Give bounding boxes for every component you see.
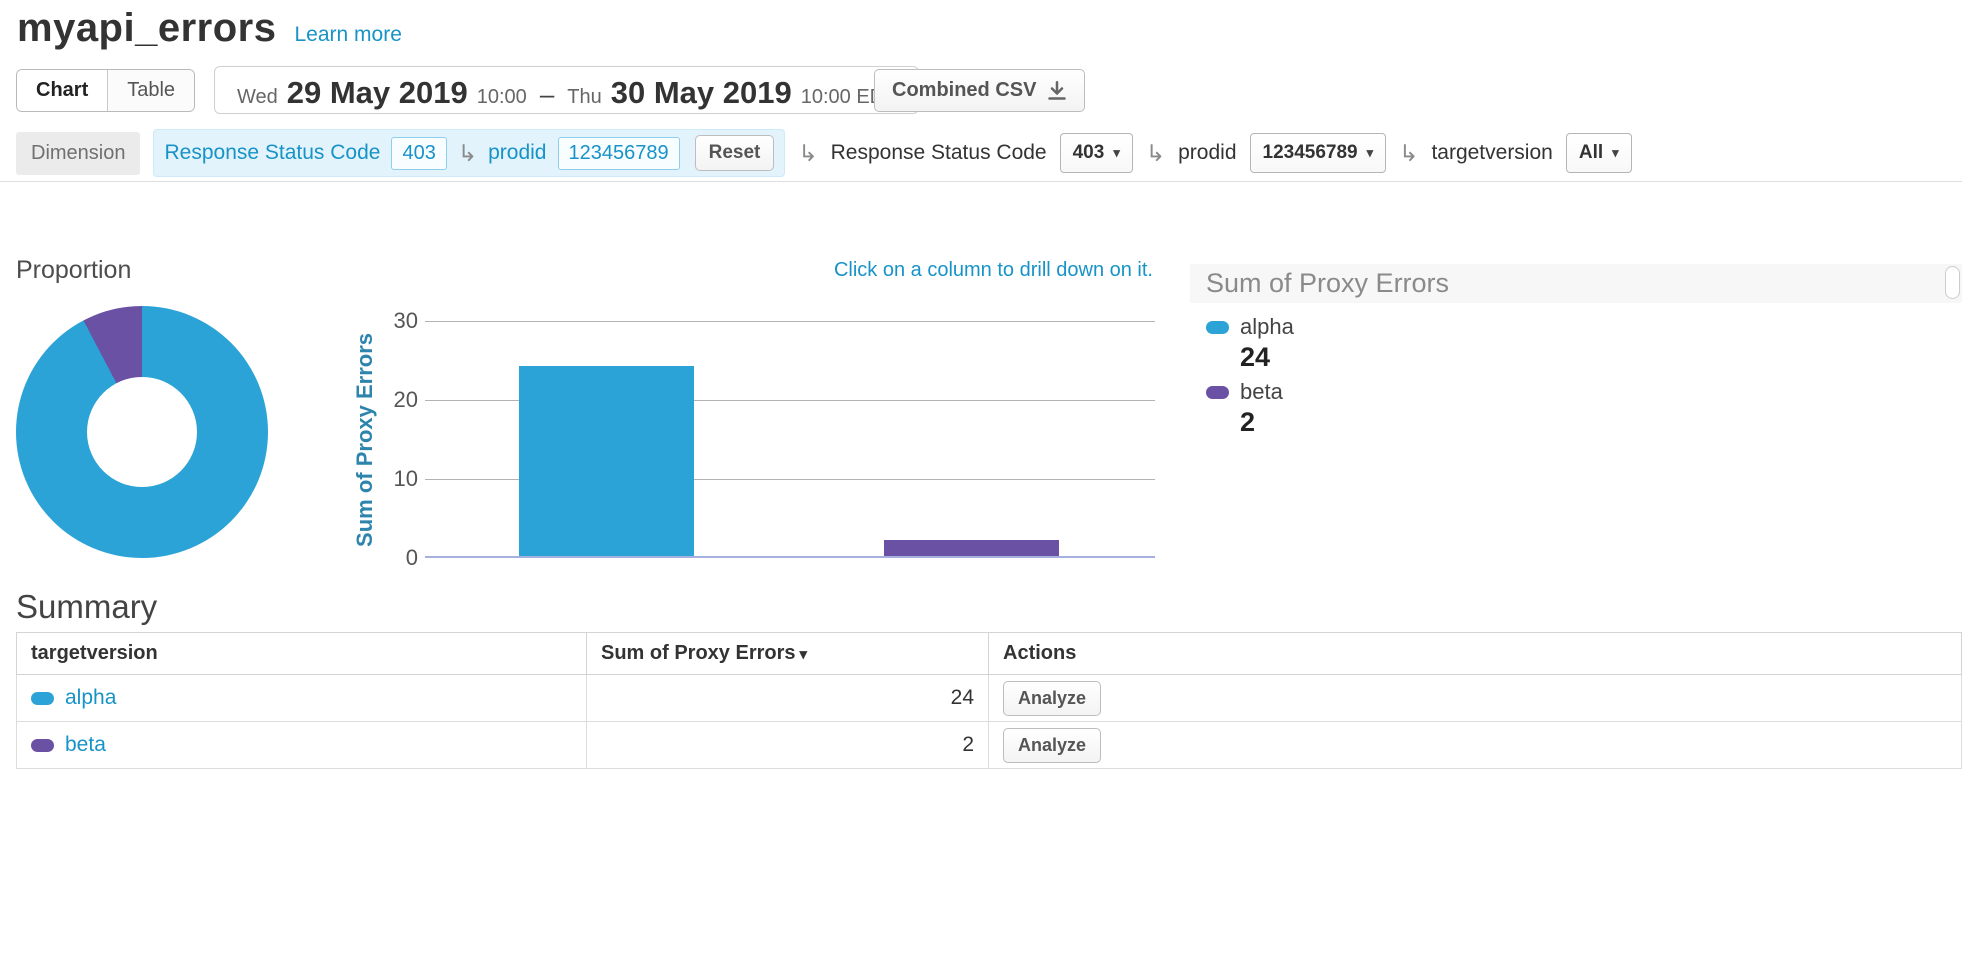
dimension-label: Dimension xyxy=(16,132,140,175)
beta-link[interactable]: beta xyxy=(65,733,106,757)
table-header-row: targetversion Sum of Proxy Errors▾ Actio… xyxy=(17,633,1962,675)
y-tick-10: 10 xyxy=(378,466,418,492)
breadcrumb-filter-0-value[interactable]: 403 xyxy=(391,137,446,170)
legend-value-beta: 2 xyxy=(1240,407,1962,438)
y-tick-30: 30 xyxy=(378,308,418,334)
start-day: Wed xyxy=(237,86,278,109)
learn-more-link[interactable]: Learn more xyxy=(294,23,401,47)
section-divider xyxy=(0,181,1962,182)
drilldown-arrow-icon: ↳ xyxy=(798,142,817,165)
chart-view-button[interactable]: Chart xyxy=(17,70,108,111)
beta-value: 2 xyxy=(587,722,989,769)
filter-bar: Dimension Response Status Code 403 ↳ pro… xyxy=(16,131,1962,175)
bar-chart xyxy=(425,321,1155,558)
end-date: 30 May 2019 xyxy=(611,75,792,111)
report-title: myapi_errors xyxy=(17,6,276,51)
beta-color-swatch xyxy=(31,739,54,752)
legend-title: Sum of Proxy Errors xyxy=(1190,264,1962,303)
donut-chart[interactable] xyxy=(16,306,268,558)
x-axis-baseline xyxy=(425,556,1155,558)
table-view-button[interactable]: Table xyxy=(108,70,194,111)
y-axis-label: Sum of Proxy Errors xyxy=(352,321,378,558)
dropdown-caret-icon: ▾ xyxy=(1367,145,1374,161)
dropdown-label-targetversion: targetversion xyxy=(1431,141,1552,165)
drilldown-arrow-icon: ↳ xyxy=(1146,142,1165,165)
donut-hole xyxy=(87,377,197,487)
view-toggle: Chart Table xyxy=(16,69,195,112)
y-tick-20: 20 xyxy=(378,387,418,413)
combined-csv-button[interactable]: Combined CSV xyxy=(874,69,1085,112)
date-range-separator: – xyxy=(540,79,554,110)
sort-descending-icon: ▾ xyxy=(800,646,808,663)
dropdown-label-prodid: prodid xyxy=(1178,141,1236,165)
drilldown-arrow-icon: ↳ xyxy=(458,142,477,165)
analyze-beta-button[interactable]: Analyze xyxy=(1003,728,1101,763)
end-day: Thu xyxy=(567,86,601,109)
legend-panel: Sum of Proxy Errors alpha 24 beta 2 xyxy=(1190,264,1962,444)
alpha-value: 24 xyxy=(587,675,989,722)
targetversion-select[interactable]: All ▾ xyxy=(1566,133,1632,173)
prodid-value: 123456789 xyxy=(1263,142,1358,164)
page-header: myapi_errors Learn more xyxy=(17,6,402,51)
alpha-color-swatch xyxy=(31,692,54,705)
legend-body: alpha 24 beta 2 xyxy=(1190,303,1962,438)
proportion-title: Proportion xyxy=(16,256,131,285)
download-icon xyxy=(1047,81,1067,101)
y-tick-0: 0 xyxy=(378,545,418,571)
legend-label-beta: beta xyxy=(1240,379,1283,405)
legend-item-alpha[interactable]: alpha xyxy=(1206,314,1962,340)
alpha-link[interactable]: alpha xyxy=(65,686,116,710)
targetversion-value: All xyxy=(1579,142,1603,164)
drilldown-arrow-icon: ↳ xyxy=(1399,142,1418,165)
table-row-beta: beta 2 Analyze xyxy=(17,722,1962,769)
date-range-picker[interactable]: Wed 29 May 2019 10:00 – Thu 30 May 2019 … xyxy=(214,66,919,114)
filter-breadcrumb: Response Status Code 403 ↳ prodid 123456… xyxy=(153,129,785,177)
summary-title: Summary xyxy=(16,588,157,626)
dropdown-caret-icon: ▾ xyxy=(1612,145,1619,161)
bar-alpha[interactable] xyxy=(519,366,694,556)
beta-color-swatch xyxy=(1206,386,1229,399)
legend-value-alpha: 24 xyxy=(1240,342,1962,373)
column-header-actions: Actions xyxy=(989,633,1962,675)
column-header-sum-of-proxy-errors[interactable]: Sum of Proxy Errors▾ xyxy=(587,633,989,675)
breadcrumb-filter-0-name[interactable]: Response Status Code xyxy=(164,141,380,165)
start-time: 10:00 xyxy=(477,86,527,109)
breadcrumb-filter-1-value[interactable]: 123456789 xyxy=(558,137,680,170)
bar-beta[interactable] xyxy=(884,540,1059,556)
summary-table: targetversion Sum of Proxy Errors▾ Actio… xyxy=(16,632,1962,769)
dropdown-label-response-status-code: Response Status Code xyxy=(831,141,1047,165)
response-status-code-select[interactable]: 403 ▾ xyxy=(1060,133,1133,173)
legend-label-alpha: alpha xyxy=(1240,314,1294,340)
prodid-select[interactable]: 123456789 ▾ xyxy=(1250,133,1387,173)
legend-scrollbar-thumb[interactable] xyxy=(1945,266,1960,299)
reset-button[interactable]: Reset xyxy=(695,135,775,171)
gridline xyxy=(425,321,1155,322)
table-row-alpha: alpha 24 Analyze xyxy=(17,675,1962,722)
drilldown-hint: Click on a column to drill down on it. xyxy=(834,259,1153,282)
response-status-code-value: 403 xyxy=(1073,142,1105,164)
start-date: 29 May 2019 xyxy=(287,75,468,111)
breadcrumb-filter-1-name[interactable]: prodid xyxy=(488,141,546,165)
combined-csv-label: Combined CSV xyxy=(892,79,1036,102)
column-header-targetversion[interactable]: targetversion xyxy=(17,633,587,675)
dropdown-caret-icon: ▾ xyxy=(1113,145,1120,161)
legend-item-beta[interactable]: beta xyxy=(1206,379,1962,405)
analyze-alpha-button[interactable]: Analyze xyxy=(1003,681,1101,716)
alpha-color-swatch xyxy=(1206,321,1229,334)
